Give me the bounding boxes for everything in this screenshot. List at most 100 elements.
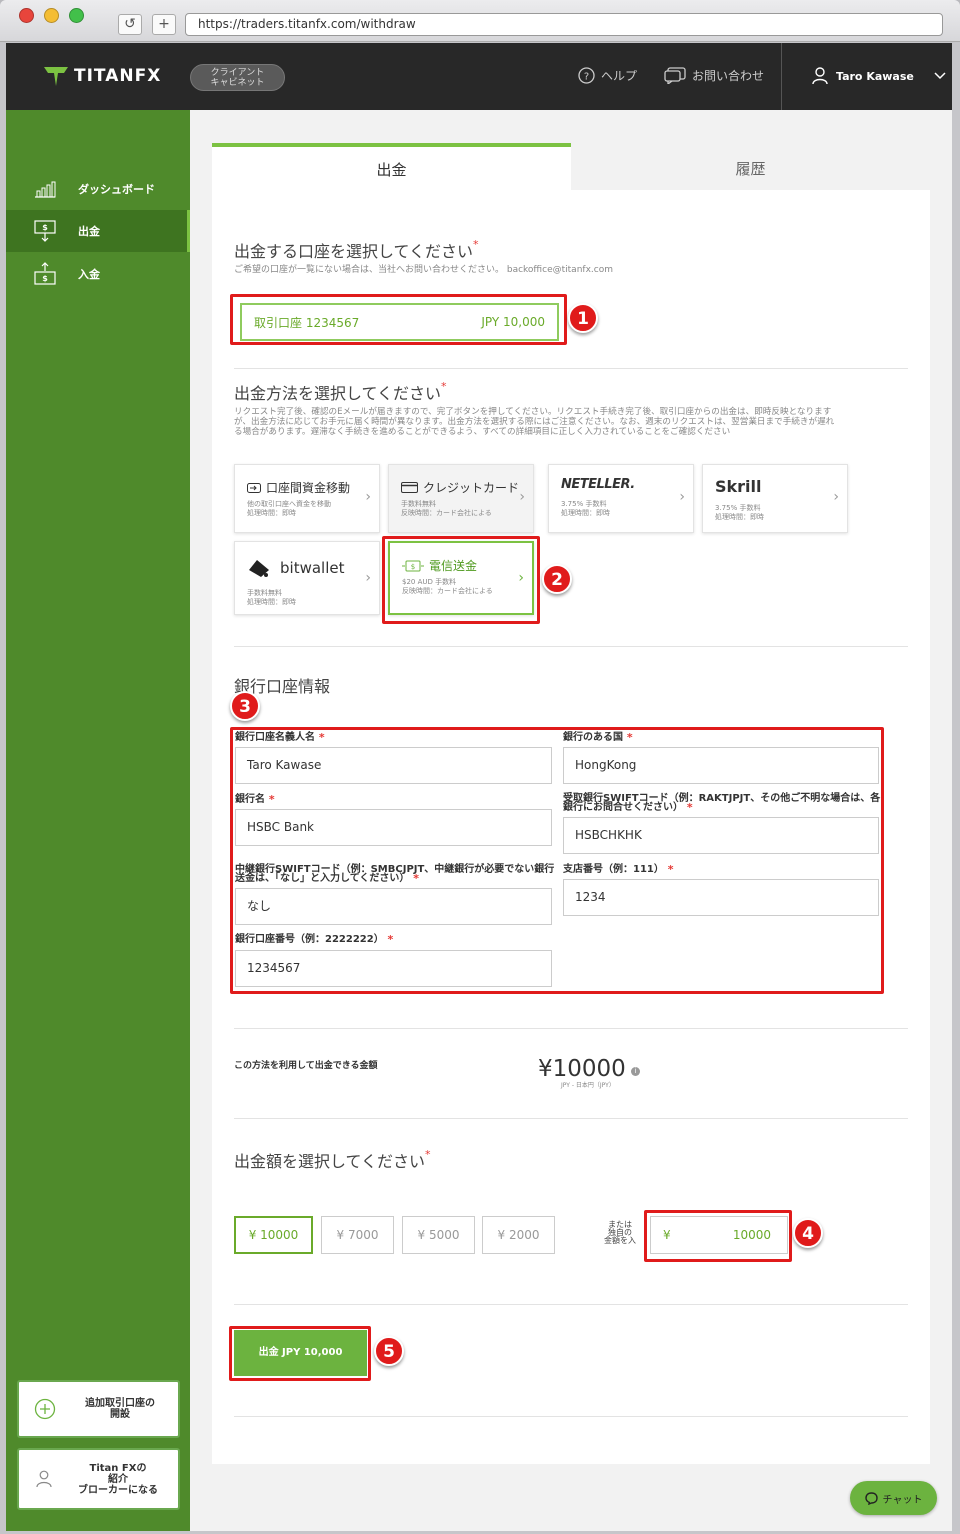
tab-bar: 出金 履歴 [212, 143, 930, 191]
transfer-icon [247, 482, 261, 493]
nav-divider [781, 43, 782, 110]
divider [234, 1304, 908, 1305]
branch-number-input[interactable]: 1234 [563, 879, 879, 916]
browser-window: ↺ + https://traders.titanfx.com/withdraw… [0, 0, 960, 1534]
help-link[interactable]: ? ヘルプ [578, 67, 637, 84]
highlight-box-4 [644, 1210, 792, 1262]
branch-number-label: 支店番号（例：111） * [563, 863, 674, 876]
referral-label-line1: Titan FXの [89, 1462, 147, 1474]
bitwallet-logo: bitwallet [280, 559, 345, 577]
svg-text:$: $ [42, 223, 48, 232]
add-account-label-line2: 開設 [110, 1409, 130, 1420]
step-badge-3: 3 [230, 691, 260, 721]
withdraw-form-card: 出金する口座を選択してください* ご希望の口座が一覧にない場合は、当社へお問い合… [212, 190, 930, 1464]
method-internal-transfer[interactable]: 口座間資金移動 他の取引口座へ資金を移動 処理時間：即時 › [234, 464, 380, 533]
user-menu[interactable]: Taro Kawase [812, 67, 946, 85]
neteller-logo: NETELLER. [561, 477, 635, 492]
top-navigation: TITANFX クライアント キャビネット ? ヘルプ お問い合わせ Taro … [6, 43, 952, 110]
step-badge-2: 2 [542, 564, 572, 594]
tab-withdraw[interactable]: 出金 [212, 143, 571, 191]
available-amount: ¥10000 [538, 1056, 626, 1082]
titan-logo-icon [44, 67, 68, 86]
chat-icon [864, 1491, 878, 1505]
titanfx-app: TITANFX クライアント キャビネット ? ヘルプ お問い合わせ Taro … [6, 43, 952, 1531]
bar-chart-icon [35, 181, 56, 198]
step-badge-4: 4 [793, 1218, 823, 1248]
swift-code-input[interactable]: HSBCHKHK [563, 817, 879, 854]
titanfx-logo[interactable]: TITANFX [44, 65, 161, 87]
become-introducing-broker-button[interactable]: Titan FXの 紹介 ブローカーになる [17, 1448, 180, 1510]
divider [234, 368, 908, 369]
chat-button[interactable]: チャット [850, 1481, 937, 1515]
method-title: クレジットカード [423, 481, 520, 495]
amount-option-5000[interactable]: ¥ 5000 [402, 1216, 475, 1254]
chevron-right-icon: › [679, 489, 685, 505]
chevron-down-icon [934, 72, 946, 80]
amount-option-2000[interactable]: ¥ 2000 [482, 1216, 555, 1254]
sidebar: ダッシュボード $ 出金 $ 入金 追加取引口座の 開設 Titan FXの 紹… [6, 110, 190, 1531]
bank-name-input[interactable]: HSBC Bank [235, 809, 552, 846]
info-icon[interactable]: i [631, 1067, 640, 1076]
credit-card-icon [401, 482, 418, 493]
method-title: 口座間資金移動 [266, 481, 351, 495]
sidebar-item-label: 入金 [78, 268, 100, 281]
chat-bubble-icon [664, 67, 686, 84]
bank-country-input[interactable]: HongKong [563, 747, 879, 784]
method-skrill[interactable]: Skrill 3.75% 手数料 処理時間：即時 › [702, 464, 848, 533]
sidebar-item-deposit[interactable]: $ 入金 [6, 253, 190, 295]
method-section-note: リクエスト完了後、確認のEメールが届きますので、完了ボタンを押してください。リク… [234, 407, 835, 437]
close-window-button[interactable] [19, 8, 34, 23]
country-label: 銀行のある国 * [563, 731, 633, 744]
user-icon [812, 67, 828, 85]
help-icon: ? [578, 67, 595, 84]
amount-option-7000[interactable]: ¥ 7000 [321, 1216, 394, 1254]
account-section-note: ご希望の口座が一覧にない場合は、当社へお問い合わせください。 backoffic… [234, 265, 613, 275]
divider [234, 646, 908, 647]
maximize-window-button[interactable] [69, 8, 84, 23]
reload-button[interactable]: ↺ [118, 14, 142, 35]
chat-label: チャット [882, 1494, 923, 1506]
main-content: 出金 履歴 出金する口座を選択してください* ご希望の口座が一覧にない場合は、当… [212, 143, 930, 1493]
new-tab-button[interactable]: + [152, 14, 176, 35]
swift-label: 受取銀行SWIFTコード（例：RAKTJPJT、その他ご不明な場合は、各 銀行に… [563, 793, 881, 814]
minimize-window-button[interactable] [44, 8, 59, 23]
amount-section-title: 出金額を選択してください* [234, 1148, 431, 1171]
chevron-right-icon: › [365, 489, 371, 505]
help-label: ヘルプ [601, 69, 638, 83]
account-holder-input[interactable]: Taro Kawase [235, 747, 552, 784]
chevron-right-icon: › [833, 489, 839, 505]
skrill-logo: Skrill [715, 477, 762, 496]
account-number-label: 銀行口座番号（例：2222222） * [235, 933, 394, 946]
custom-amount-label: または 独自の 金額を入 [604, 1220, 636, 1245]
client-cabinet-button[interactable]: クライアント キャビネット [190, 64, 285, 91]
sidebar-item-dashboard[interactable]: ダッシュボード [6, 168, 190, 210]
chevron-right-icon: › [519, 489, 525, 505]
method-bitwallet[interactable]: bitwallet 手数料無料 処理時間：即時 › [234, 541, 380, 615]
method-neteller[interactable]: NETELLER. 3.75% 手数料 処理時間：即時 › [548, 464, 694, 533]
divider [234, 1118, 908, 1119]
add-account-label-line1: 追加取引口座の [85, 1398, 155, 1409]
add-trading-account-button[interactable]: 追加取引口座の 開設 [17, 1380, 180, 1438]
divider [234, 1028, 908, 1029]
bank-name-label: 銀行名 * [235, 793, 275, 806]
method-section-title: 出金方法を選択してください* [234, 380, 447, 403]
tab-history[interactable]: 履歴 [571, 143, 930, 191]
method-credit-card[interactable]: クレジットカード 手数料無料 反映時間：カード会社による › [388, 464, 534, 533]
logo-text: TITANFX [74, 66, 162, 86]
svg-text:$: $ [42, 274, 48, 283]
account-number-input[interactable]: 1234567 [235, 950, 552, 987]
user-name: Taro Kawase [836, 69, 914, 83]
intermediary-swift-input[interactable]: なし [235, 888, 552, 925]
highlight-box-2 [382, 536, 540, 624]
contact-label: お問い合わせ [692, 69, 765, 83]
step-badge-1: 1 [568, 303, 598, 333]
address-bar[interactable]: https://traders.titanfx.com/withdraw [185, 13, 943, 36]
sidebar-item-label: ダッシュボード [78, 183, 155, 196]
browser-toolbar: ↺ + https://traders.titanfx.com/withdraw [0, 0, 960, 42]
contact-link[interactable]: お問い合わせ [664, 67, 764, 84]
sidebar-item-withdraw[interactable]: $ 出金 [6, 210, 190, 252]
amount-option-10000[interactable]: ¥ 10000 [234, 1216, 313, 1254]
withdraw-icon: $ [34, 220, 56, 242]
available-currency: JPY - 日本円（JPY） [561, 1082, 615, 1089]
chevron-right-icon: › [365, 570, 371, 586]
